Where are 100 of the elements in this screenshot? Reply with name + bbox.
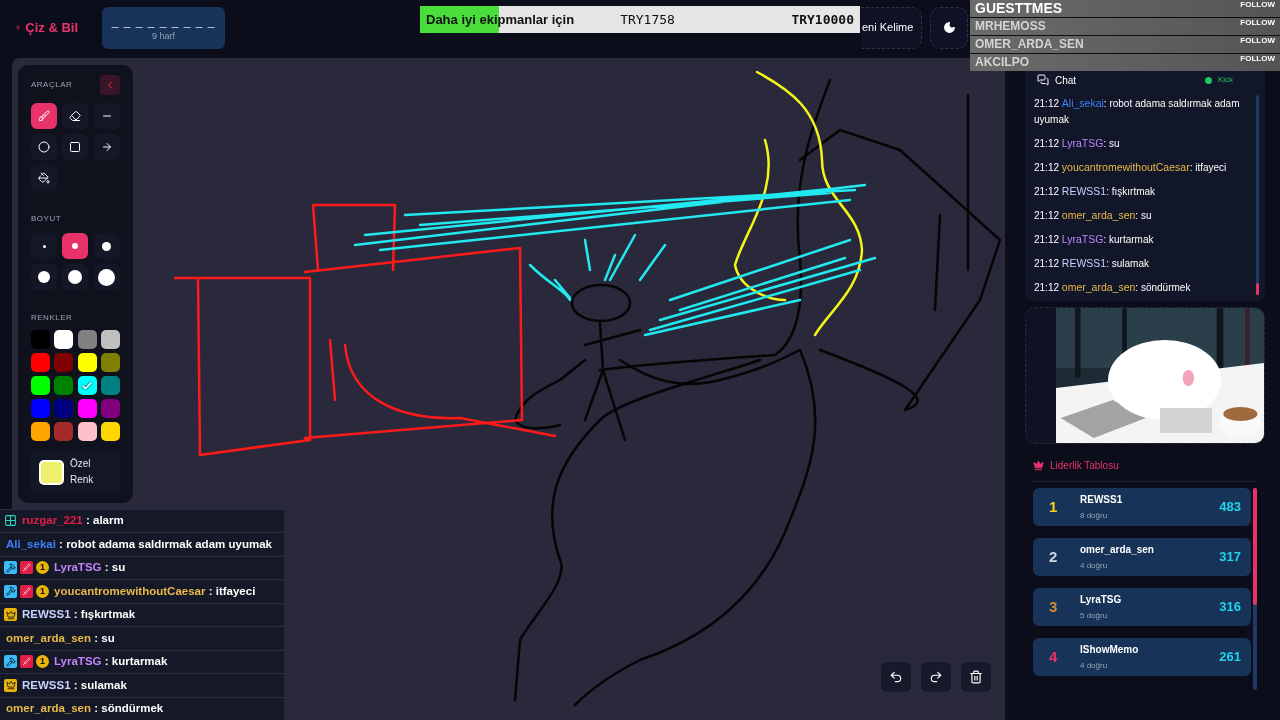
color-swatch[interactable] (77, 422, 97, 441)
brush-size-button[interactable] (62, 264, 89, 290)
square-tool-button[interactable] (62, 134, 89, 160)
redo-button[interactable] (921, 662, 951, 692)
chat-message: 21:12 LyraTSG: su (1034, 136, 1121, 151)
correct-count: 5 doğru (1080, 610, 1109, 622)
color-swatch[interactable] (100, 353, 120, 372)
eraser-tool-button[interactable] (62, 103, 89, 129)
gift-badge: 1 (36, 584, 49, 598)
follow-label: FOLLOW (1240, 18, 1275, 28)
new-word-button[interactable]: eni Kelime (861, 6, 922, 49)
color-swatch[interactable] (77, 330, 97, 349)
player-name: LyraTSG (1080, 593, 1122, 607)
color-swatch[interactable] (100, 376, 120, 395)
player-name: omer_arda_sen (1080, 543, 1154, 557)
undo-button[interactable] (881, 662, 911, 692)
scroll-thumb[interactable] (1253, 488, 1257, 605)
letter-count: 9 harf (152, 29, 175, 43)
color-swatch[interactable] (31, 330, 50, 349)
crown-icon (1033, 460, 1044, 471)
check-icon (81, 379, 93, 392)
stream-chat-message: ruzgar_221 : alarm (22, 513, 124, 529)
color-swatch[interactable] (31, 422, 50, 441)
square-icon (69, 141, 82, 153)
crown-badge-icon (4, 678, 17, 692)
word-blanks: _ _ _ _ _ _ _ _ _ (111, 12, 216, 30)
color-swatch[interactable] (100, 399, 120, 418)
chat-message: 21:12 Ali_sekai: robot adama saldırmak adam uyumak (1034, 96, 1241, 127)
tools-heading: ARAÇLAR (31, 79, 73, 91)
circle-tool-button[interactable] (31, 134, 57, 160)
brush-size-button[interactable] (93, 233, 120, 259)
leaderboard-title: Liderlik Tablosu (1050, 459, 1119, 473)
gift-badge: 1 (36, 561, 49, 575)
color-swatch[interactable] (31, 353, 50, 372)
chat-message: 21:12 omer_arda_sen: su (1034, 208, 1153, 223)
chat-message: 21:12 REWSS1: sulamak (1034, 256, 1150, 271)
platform-label: Kick (1217, 74, 1233, 86)
correct-count: 8 doğru (1080, 510, 1109, 522)
follow-label: FOLLOW (1240, 36, 1275, 46)
hammer-badge-icon (4, 561, 17, 575)
color-swatch[interactable] (77, 353, 97, 372)
sword-badge-icon (20, 584, 33, 598)
brush-icon (38, 110, 50, 122)
gift-badge: 1 (36, 655, 49, 669)
custom-color-label: Özel Renk (70, 457, 95, 487)
undo-icon (889, 670, 903, 684)
paint-bucket-tool-button[interactable] (31, 165, 57, 191)
follower-name: OMER_ARDA_SEN (975, 36, 1084, 53)
arrow-icon (100, 141, 113, 153)
custom-color-swatch[interactable] (39, 459, 64, 485)
chat-message: 21:12 omer_arda_sen: söndürmek (1034, 280, 1192, 295)
rank-number: 1 (1049, 496, 1059, 517)
correct-count: 4 doğru (1080, 660, 1109, 672)
color-swatch[interactable] (77, 376, 97, 395)
stream-chat-message: REWSS1 : sulamak (22, 677, 127, 693)
colors-heading: RENKLER (31, 312, 74, 324)
brush-size-button[interactable] (31, 264, 57, 290)
follower-name: GUESTTMES (975, 0, 1063, 17)
line-tool-button[interactable] (93, 103, 120, 129)
color-swatch[interactable] (31, 399, 50, 418)
follow-label: FOLLOW (1240, 54, 1275, 64)
theme-toggle-button[interactable] (930, 6, 968, 49)
player-name: REWSS1 (1080, 493, 1123, 507)
chat-message: 21:12 youcantromewithoutCaesar: itfayeci (1034, 160, 1228, 175)
stream-chat-message: REWSS1 : fışkırtmak (22, 607, 136, 623)
brush-tool-button[interactable] (31, 103, 57, 129)
follow-label: FOLLOW (1240, 0, 1275, 10)
color-swatch[interactable] (54, 399, 74, 418)
stream-chat-message: youcantromewithoutCaesar : itfayeci (54, 583, 256, 599)
color-swatch[interactable] (31, 376, 50, 395)
arrow-tool-button[interactable] (93, 134, 120, 160)
moon-icon (942, 21, 956, 34)
color-swatch[interactable] (54, 376, 74, 395)
sword-badge-icon (20, 655, 33, 669)
color-swatch[interactable] (54, 353, 74, 372)
player-score: 261 (1219, 648, 1241, 667)
eraser-icon (69, 110, 82, 122)
color-swatch[interactable] (100, 330, 120, 349)
color-swatch[interactable] (100, 422, 120, 441)
scroll-thumb[interactable] (1256, 283, 1259, 295)
correct-count: 4 doğru (1080, 560, 1109, 572)
brush-size-button[interactable] (93, 264, 120, 290)
trash-icon (969, 670, 983, 684)
color-swatch[interactable] (54, 422, 74, 441)
stream-chat-message: LyraTSG : kurtarmak (54, 654, 168, 670)
hammer-badge-icon (4, 655, 17, 669)
color-swatch[interactable] (77, 399, 97, 418)
chat-message: 21:12 LyraTSG: kurtarmak (1034, 232, 1155, 247)
app-title: Çiz & Bil (25, 18, 78, 37)
brush-size-button[interactable] (62, 233, 89, 259)
rank-number: 3 (1049, 596, 1059, 617)
paint-bucket-icon (38, 172, 50, 184)
player-score: 317 (1219, 548, 1241, 567)
player-score: 483 (1219, 498, 1241, 517)
delete-button[interactable] (961, 662, 991, 692)
chat-icon (1037, 74, 1049, 86)
player-name: IShowMemo (1080, 643, 1139, 657)
color-swatch[interactable] (54, 330, 74, 349)
sword-badge-icon (20, 561, 33, 575)
grid-badge-icon (4, 514, 17, 528)
